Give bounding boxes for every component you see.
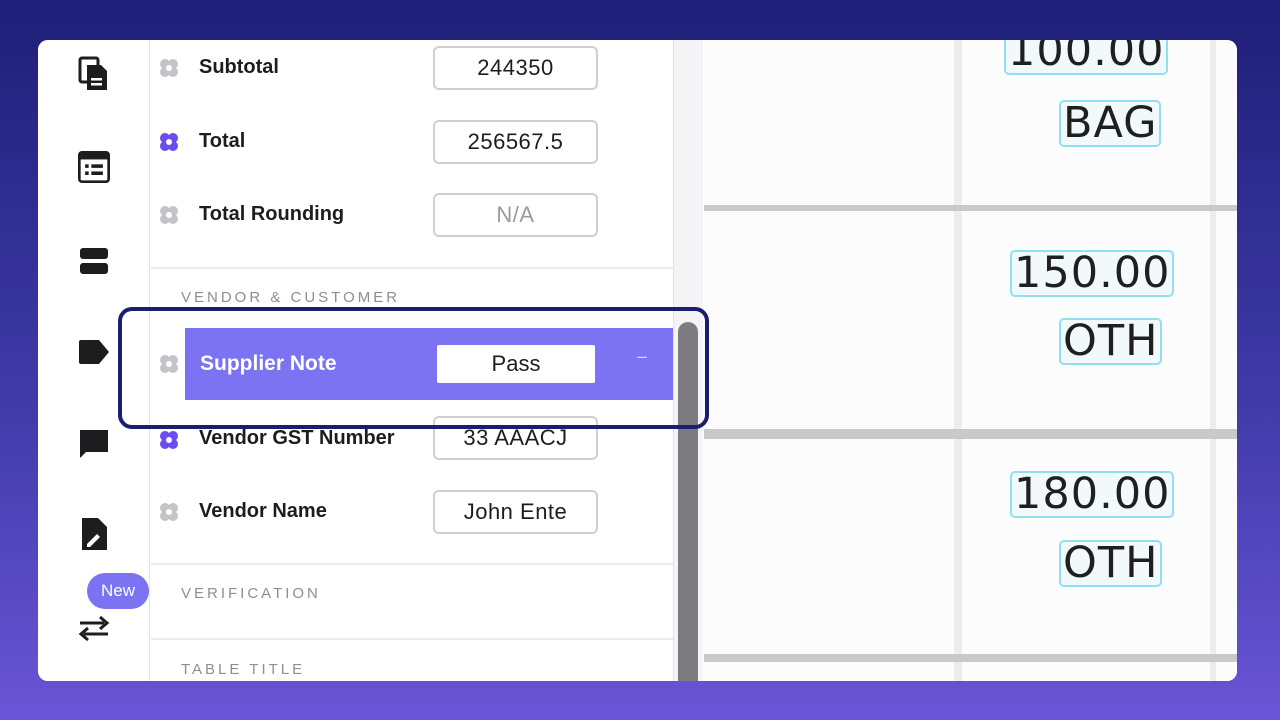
- detected-value-box[interactable]: BAG: [1058, 100, 1162, 147]
- field-label: Total Rounding: [199, 203, 345, 225]
- comment-icon[interactable]: [78, 428, 110, 460]
- section-title-vendor-customer: VENDOR & CUSTOMER: [181, 289, 401, 306]
- sections-icon[interactable]: [78, 245, 110, 277]
- total-rounding-input[interactable]: N/A: [433, 193, 598, 237]
- field-row-vendor-name[interactable]: Vendor Name John Ente: [151, 484, 673, 540]
- document-preview[interactable]: 100.00 BAG 150.00 OTH 180.00 OTH: [704, 40, 1237, 681]
- scrollbar-thumb[interactable]: [678, 322, 698, 681]
- optional-field-icon: [160, 503, 178, 521]
- subtotal-input[interactable]: 244350: [433, 46, 598, 90]
- section-divider: [151, 563, 673, 565]
- optional-field-icon: [160, 59, 178, 77]
- fields-panel: Subtotal 244350 Total 256567.5 Total Rou…: [151, 40, 681, 681]
- documents-icon[interactable]: [78, 56, 110, 90]
- detected-value-box[interactable]: 150.00: [1009, 250, 1175, 297]
- detected-value-box[interactable]: OTH: [1058, 540, 1163, 587]
- table-grid-line: [954, 40, 962, 681]
- app-window: New Subtotal 244350 Total 256567.5 Total…: [38, 40, 1237, 681]
- detected-value-box[interactable]: 180.00: [1009, 471, 1175, 518]
- field-row-vendor-gst-number[interactable]: Vendor GST Number 33 AAACJ: [151, 410, 673, 466]
- tag-icon[interactable]: [78, 336, 110, 368]
- field-row-supplier-note[interactable]: Supplier Note Pass –: [185, 328, 681, 400]
- section-title-table-title: TABLE TITLE: [181, 661, 306, 678]
- left-icon-rail: New: [38, 40, 150, 681]
- section-divider: [151, 638, 673, 640]
- supplier-note-input[interactable]: Pass: [437, 345, 595, 383]
- total-input[interactable]: 256567.5: [433, 120, 598, 164]
- table-grid-line: [704, 429, 1237, 439]
- table-grid-line: [1210, 40, 1216, 681]
- section-title-verification: VERIFICATION: [181, 585, 321, 602]
- detected-value-box[interactable]: 100.00: [1003, 40, 1169, 75]
- section-divider: [151, 267, 673, 269]
- optional-field-icon: [160, 206, 178, 224]
- field-label: Vendor GST Number: [199, 427, 395, 449]
- field-row-total-rounding[interactable]: Total Rounding N/A: [151, 187, 673, 243]
- required-field-icon: [160, 133, 178, 151]
- field-label: Total: [199, 130, 246, 152]
- table-grid-line: [704, 205, 1237, 211]
- document-edit-icon[interactable]: [78, 518, 110, 550]
- required-field-icon: [160, 431, 178, 449]
- field-label: Subtotal: [199, 56, 279, 78]
- table-grid-line: [704, 654, 1237, 662]
- remove-field-icon[interactable]: –: [637, 346, 647, 367]
- vendor-gst-number-input[interactable]: 33 AAACJ: [433, 416, 598, 460]
- field-row-subtotal[interactable]: Subtotal 244350: [151, 40, 673, 96]
- field-label: Supplier Note: [200, 352, 337, 375]
- optional-field-icon: [160, 355, 178, 373]
- new-badge: New: [87, 573, 149, 609]
- field-row-total[interactable]: Total 256567.5: [151, 114, 673, 170]
- detected-value-box[interactable]: OTH: [1058, 318, 1163, 365]
- form-list-icon[interactable]: [78, 151, 110, 183]
- swap-icon[interactable]: [78, 612, 110, 644]
- field-label: Vendor Name: [199, 500, 327, 522]
- vendor-name-input[interactable]: John Ente: [433, 490, 598, 534]
